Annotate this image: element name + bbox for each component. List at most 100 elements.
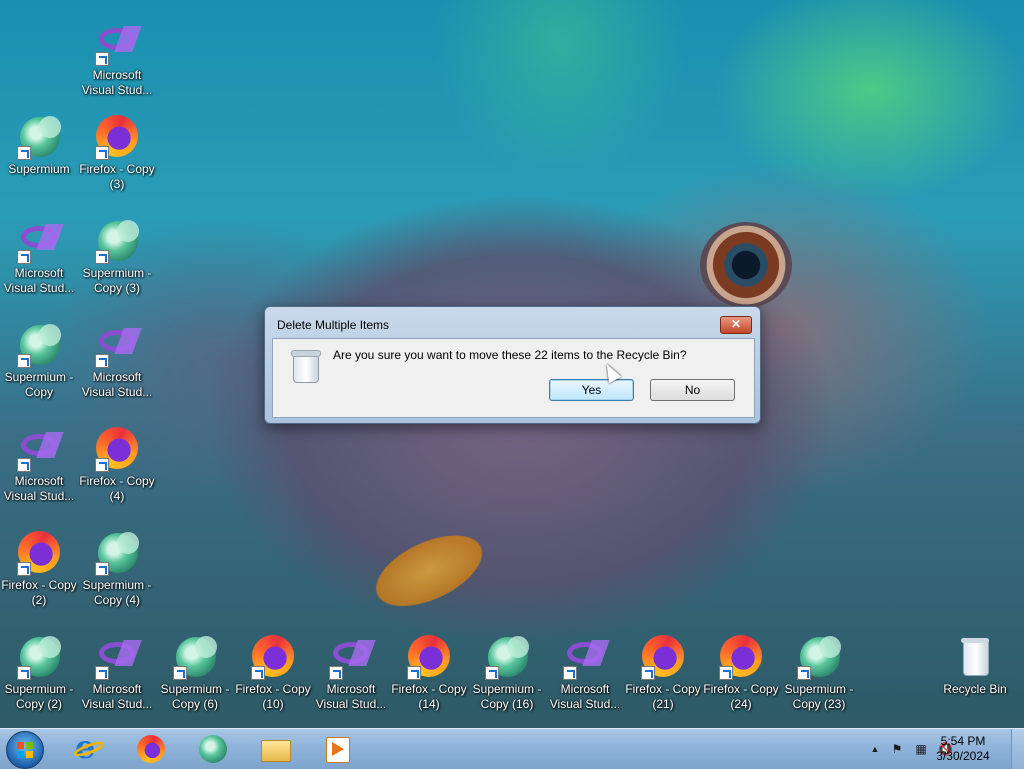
desktop-icon-label: Microsoft Visual Stud... [81,68,153,97]
desktop-icon-supermium-copy-4[interactable]: Supermium - Copy (4) [78,528,156,608]
desktop-icon-label: Supermium [8,162,70,176]
desktop-icon-label: Supermium - Copy (6) [160,682,230,711]
desktop-icon-label: Microsoft Visual Stud... [315,682,387,711]
taskbar-file-explorer-icon[interactable] [258,732,292,766]
shortcut-arrow-icon [251,666,265,680]
desktop-icon-label: Microsoft Visual Stud... [3,474,75,503]
yes-button[interactable]: Yes [549,379,634,401]
desktop-icon-supermium-copy[interactable]: Supermium - Copy [0,320,78,400]
firefox-icon [93,424,141,472]
shortcut-arrow-icon [329,666,343,680]
wallpaper-fish-eye [700,222,792,308]
shortcut-arrow-icon [95,562,109,576]
desktop[interactable]: Microsoft Visual Stud... Supermium Firef… [0,0,1024,728]
desktop-icon-supermium-copy-23[interactable]: Supermium - Copy (23) [780,632,858,712]
action-center-flag-icon[interactable]: ⚑ [890,742,904,756]
desktop-icon-visual-studio-5[interactable]: Microsoft Visual Stud... [78,632,156,712]
desktop-icon-label: Microsoft Visual Stud... [81,370,153,399]
shortcut-arrow-icon [797,666,811,680]
dialog-title: Delete Multiple Items [277,318,390,332]
desktop-icon-supermium-copy-16[interactable]: Supermium - Copy (16) [468,632,546,712]
desktop-icon-visual-studio-6[interactable]: Microsoft Visual Stud... [312,632,390,712]
desktop-icon-supermium[interactable]: Supermium [0,112,78,177]
desktop-icon-label: Firefox - Copy (3) [79,162,155,191]
no-button[interactable]: No [650,379,735,401]
show-desktop-button[interactable] [1011,729,1024,769]
supermium-icon [15,320,63,368]
desktop-icon-firefox-copy-21[interactable]: Firefox - Copy (21) [624,632,702,712]
shortcut-arrow-icon [17,146,31,160]
desktop-icon-firefox-copy-3[interactable]: Firefox - Copy (3) [78,112,156,192]
desktop-icon-visual-studio-3[interactable]: Microsoft Visual Stud... [78,320,156,400]
desktop-icon-visual-studio-4[interactable]: Microsoft Visual Stud... [0,424,78,504]
shortcut-arrow-icon [719,666,733,680]
supermium-icon [15,112,63,160]
desktop-icon-visual-studio-1[interactable]: Microsoft Visual Stud... [78,18,156,98]
shortcut-arrow-icon [95,354,109,368]
desktop-icon-label: Recycle Bin [943,682,1007,696]
desktop-icon-label: Firefox - Copy (24) [703,682,779,711]
taskbar: ▲ ⚑ ▦ 🔇 5:54 PM 3/30/2024 [0,728,1024,769]
visual-studio-icon [327,632,375,680]
visual-studio-icon [561,632,609,680]
shortcut-arrow-icon [17,458,31,472]
desktop-icon-supermium-copy-2[interactable]: Supermium - Copy (2) [0,632,78,712]
desktop-icon-label: Microsoft Visual Stud... [549,682,621,711]
desktop-icon-firefox-copy-10[interactable]: Firefox - Copy (10) [234,632,312,712]
taskbar-media-player-icon[interactable] [320,732,354,766]
firefox-icon [15,528,63,576]
dialog-body: Are you sure you want to move these 22 i… [272,338,755,418]
firefox-icon [405,632,453,680]
visual-studio-icon [15,424,63,472]
firefox-icon [249,632,297,680]
desktop-icon-label: Supermium - Copy (4) [82,578,152,607]
shortcut-arrow-icon [563,666,577,680]
windows-logo-icon [17,742,33,758]
shortcut-arrow-icon [641,666,655,680]
shortcut-arrow-icon [407,666,421,680]
desktop-icon-visual-studio-2[interactable]: Microsoft Visual Stud... [0,216,78,296]
desktop-icon-label: Supermium - Copy (23) [784,682,854,711]
system-tray: ▲ ⚑ ▦ 🔇 5:54 PM 3/30/2024 [824,729,1024,769]
desktop-icon-firefox-copy-24[interactable]: Firefox - Copy (24) [702,632,780,712]
close-button[interactable]: ✕ [720,316,752,334]
desktop-icon-recycle-bin[interactable]: Recycle Bin [936,632,1014,697]
shortcut-arrow-icon [17,354,31,368]
show-hidden-icons-button[interactable]: ▲ [868,742,882,756]
desktop-icon-firefox-copy-14[interactable]: Firefox - Copy (14) [390,632,468,712]
desktop-icon-label: Microsoft Visual Stud... [81,682,153,711]
firefox-icon [639,632,687,680]
clock-date: 3/30/2024 [936,749,990,763]
recycle-bin-icon [289,347,321,383]
desktop-icon-firefox-copy-4[interactable]: Firefox - Copy (4) [78,424,156,504]
desktop-icon-label: Supermium - Copy (16) [472,682,542,711]
firefox-icon [717,632,765,680]
network-icon[interactable]: ▦ [914,742,928,756]
desktop-icon-label: Supermium - Copy (2) [4,682,74,711]
visual-studio-icon [93,18,141,66]
firefox-icon [93,112,141,160]
clock[interactable]: 5:54 PM 3/30/2024 [928,734,998,764]
desktop-icon-supermium-copy-6[interactable]: Supermium - Copy (6) [156,632,234,712]
desktop-icon-firefox-copy-2[interactable]: Firefox - Copy (2) [0,528,78,608]
desktop-icon-label: Supermium - Copy (3) [82,266,152,295]
desktop-icon-label: Firefox - Copy (4) [79,474,155,503]
desktop-icon-label: Firefox - Copy (2) [1,578,77,607]
taskbar-supermium-icon[interactable] [196,732,230,766]
shortcut-arrow-icon [95,52,109,66]
recycle-bin-icon [951,632,999,680]
taskbar-firefox-icon[interactable] [134,732,168,766]
dialog-message: Are you sure you want to move these 22 i… [333,348,687,362]
delete-multiple-items-dialog: Delete Multiple Items ✕ Are you sure you… [264,306,761,424]
supermium-icon [171,632,219,680]
start-button[interactable] [6,731,44,769]
desktop-icon-label: Firefox - Copy (21) [625,682,701,711]
shortcut-arrow-icon [485,666,499,680]
supermium-icon [93,216,141,264]
shortcut-arrow-icon [95,250,109,264]
shortcut-arrow-icon [17,250,31,264]
desktop-icon-label: Firefox - Copy (14) [391,682,467,711]
taskbar-internet-explorer-icon[interactable] [72,728,106,766]
desktop-icon-visual-studio-7[interactable]: Microsoft Visual Stud... [546,632,624,712]
desktop-icon-supermium-copy-3[interactable]: Supermium - Copy (3) [78,216,156,296]
